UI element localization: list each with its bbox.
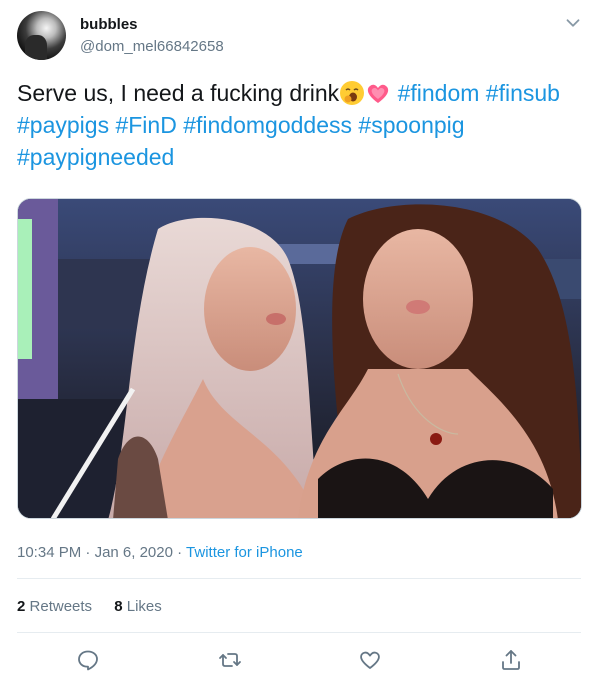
tweet-text: Serve us, I need a fucking drink #findom… [17, 77, 587, 173]
retweets-stat[interactable]: 2 Retweets [17, 598, 96, 615]
hashtag-link[interactable]: #spoonpig [358, 112, 464, 138]
divider [17, 632, 581, 633]
tweet-body: Serve us, I need a fucking drink [17, 80, 340, 106]
display-name[interactable]: bubbles [80, 16, 138, 33]
hashtag-link[interactable]: #paypigs [17, 112, 109, 138]
tweet-photo[interactable] [17, 198, 582, 519]
hashtag-link[interactable]: #findomgoddess [183, 112, 352, 138]
tweet-meta: 10:34 PM · Jan 6, 2020 · Twitter for iPh… [17, 544, 303, 561]
likes-stat[interactable]: 8 Likes [114, 598, 162, 615]
photo-illustration [18, 199, 581, 518]
hashtag-link[interactable]: #findom [398, 80, 480, 106]
like-icon[interactable] [358, 648, 382, 672]
divider [17, 578, 581, 579]
avatar[interactable] [17, 11, 66, 60]
meta-separator: · [85, 544, 91, 561]
sparkling-heart-emoji [368, 84, 389, 103]
share-icon[interactable] [499, 648, 523, 672]
tweet-stats: 2 Retweets 8 Likes [17, 598, 180, 615]
hashtag-link[interactable]: #FinD [115, 112, 176, 138]
tweet-source-link[interactable]: Twitter for iPhone [186, 544, 303, 561]
handle[interactable]: @dom_mel66842658 [80, 38, 224, 55]
hashtag-link[interactable]: #finsub [486, 80, 560, 106]
tweet-time[interactable]: 10:34 PM [17, 544, 81, 561]
retweets-label: Retweets [29, 598, 93, 615]
tweet-date[interactable]: Jan 6, 2020 [95, 544, 173, 561]
chevron-down-icon[interactable] [562, 12, 584, 34]
tweet-card: bubbles @dom_mel66842658 Serve us, I nee… [0, 0, 598, 685]
retweet-icon[interactable] [218, 648, 242, 672]
hashtag-link[interactable]: #paypigneeded [17, 144, 174, 170]
reply-icon[interactable] [76, 648, 100, 672]
meta-separator: · [177, 544, 183, 561]
retweets-count: 2 [17, 598, 26, 615]
yawning-face-emoji [340, 81, 365, 105]
likes-count: 8 [114, 598, 123, 615]
likes-label: Likes [126, 598, 162, 615]
